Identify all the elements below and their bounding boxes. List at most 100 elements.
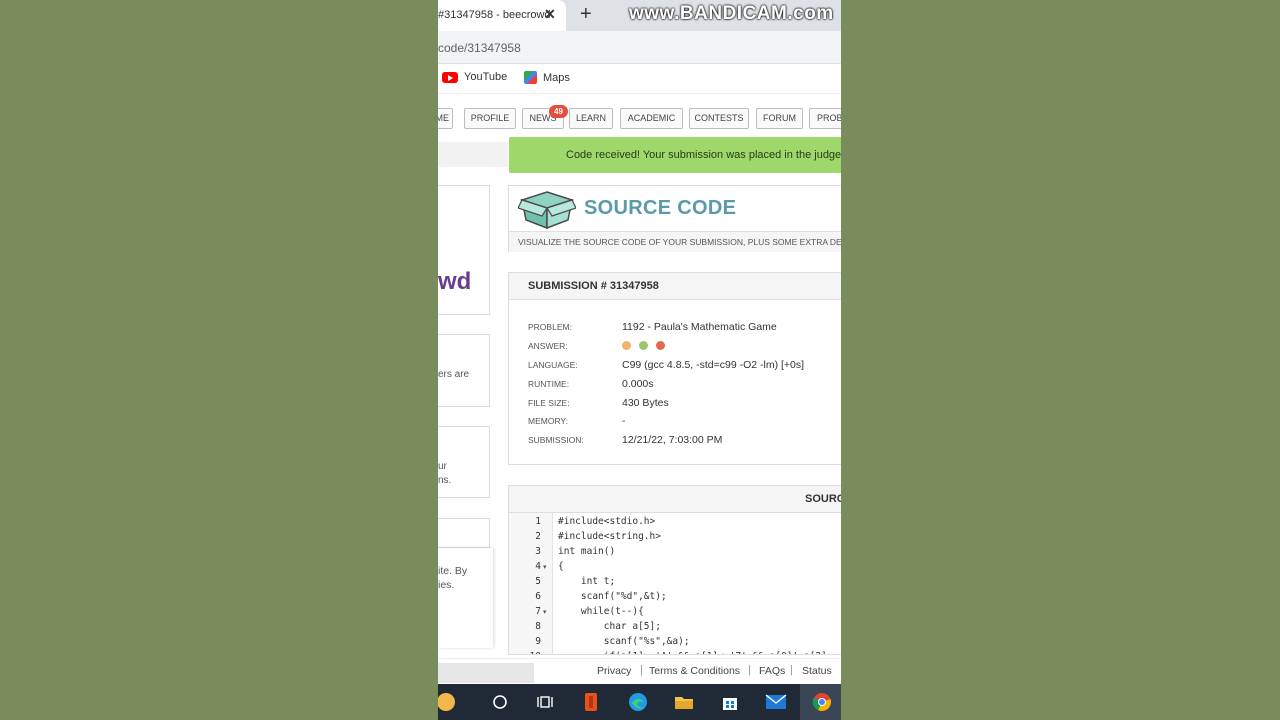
cortana-button[interactable] <box>477 684 523 720</box>
cookie-banner: ite. By ies. <box>438 548 493 648</box>
office-button[interactable] <box>568 684 614 720</box>
store-button[interactable] <box>707 684 753 720</box>
news-count-badge: 49 <box>549 105 568 118</box>
address-bar[interactable]: code/31347958 <box>438 31 841 64</box>
windows-taskbar <box>438 684 841 720</box>
nav-forum[interactable]: FORUM <box>756 108 803 129</box>
file-size-label: FILE SIZE: <box>528 398 570 408</box>
language-label: LANGUAGE: <box>528 360 578 370</box>
source-code-panel: SOURCE #include<stdio.h> #include<string.… <box>508 485 841 655</box>
footer-scrollbar[interactable] <box>438 663 534 683</box>
runtime-value: 0.000s <box>622 378 654 390</box>
fold-toggle-icon[interactable]: ▾ <box>543 608 547 616</box>
code-line: if(a[1]>='A' && a[1]<='Z' && a[0]!=a[2] <box>558 651 827 654</box>
line-number: 5 <box>535 576 541 587</box>
code-line: while(t--){ <box>558 606 644 617</box>
code-panel-title: SOURCE <box>805 493 841 505</box>
open-box-icon <box>518 191 576 230</box>
nav-academic[interactable]: ACADEMIC <box>620 108 683 129</box>
fold-toggle-icon[interactable]: ▾ <box>543 563 547 571</box>
problem-label: PROBLEM: <box>528 322 572 332</box>
left-card-text: ur ns. <box>438 461 452 486</box>
line-number: 8 <box>535 621 541 632</box>
new-tab-button[interactable]: + <box>580 3 592 26</box>
edge-button[interactable] <box>615 684 661 720</box>
nav-home[interactable]: HOME <box>438 108 453 129</box>
left-card-text: ers are <box>438 369 470 380</box>
submission-details: SUBMISSION # 31347958 PROBLEM: 1192 - Pa… <box>508 272 841 465</box>
file-explorer-icon <box>675 697 693 709</box>
task-view-icon <box>537 696 553 708</box>
tab-bar: #31347958 - beecrowd ✕ + www.BANDICAM.co… <box>438 0 841 31</box>
tab-title: #31347958 - beecrowd <box>438 9 551 21</box>
language-value: C99 (gcc 4.8.5, -std=c99 -O2 -lm) [+0s] <box>622 359 805 371</box>
file-explorer-button[interactable] <box>661 684 707 720</box>
task-view-button[interactable] <box>522 684 568 720</box>
office-icon <box>585 693 597 711</box>
source-code-header: SOURCE CODE VISUALIZE THE SOURCE CODE OF… <box>508 185 841 252</box>
code-line: { <box>558 561 564 572</box>
memory-label: MEMORY: <box>528 416 568 426</box>
bookmark-youtube[interactable]: YouTube <box>442 71 507 83</box>
nav-profile[interactable]: PROFILE <box>464 108 516 129</box>
browser-tab[interactable]: #31347958 - beecrowd ✕ <box>438 0 566 31</box>
site-nav: HOME PROFILE NEWS LEARN ACADEMIC CONTEST… <box>438 108 841 130</box>
line-number: 1 <box>535 516 541 527</box>
bookmark-maps[interactable]: Maps <box>524 71 570 84</box>
left-card-3 <box>438 518 490 548</box>
line-number: 3 <box>535 546 541 557</box>
code-panel-header: SOURCE <box>509 486 841 513</box>
submission-heading: SUBMISSION # 31347958 <box>509 273 841 300</box>
status-link[interactable]: Status <box>802 665 832 677</box>
bookmarks-bar: YouTube Maps <box>438 64 841 94</box>
mail-icon <box>765 694 787 709</box>
left-strip <box>438 142 508 167</box>
search-assistant-icon <box>438 693 455 711</box>
start-button[interactable] <box>438 684 466 720</box>
close-icon[interactable]: ✕ <box>544 6 556 23</box>
code-line: scanf("%d",&t); <box>558 591 667 602</box>
faqs-link[interactable]: FAQs <box>759 665 785 677</box>
code-line: int t; <box>558 576 616 587</box>
nav-learn[interactable]: LEARN <box>569 108 613 129</box>
submission-notice: Code received! Your submission was place… <box>509 137 841 173</box>
code-line: scanf("%s",&a); <box>558 636 690 647</box>
answer-dot <box>622 340 631 350</box>
code-line: #include<stdio.h> <box>558 516 656 527</box>
left-card-info: ers are <box>438 334 490 407</box>
answer-dot <box>655 340 665 350</box>
line-number: 2 <box>535 531 541 542</box>
left-card-logo: wd <box>438 185 490 315</box>
footer-separator: | <box>748 664 751 676</box>
line-number: 9 <box>535 636 541 647</box>
nav-problems[interactable]: PROBLEMS <box>809 108 841 129</box>
problem-value[interactable]: 1192 - Paula's Mathematic Game <box>622 321 777 333</box>
screen: #31347958 - beecrowd ✕ + www.BANDICAM.co… <box>438 0 841 720</box>
nav-contests[interactable]: CONTESTS <box>689 108 749 129</box>
chrome-icon <box>812 693 831 711</box>
page-footer: Privacy | Terms & Conditions | FAQs | St… <box>438 658 841 684</box>
submission-date-value: 12/21/22, 7:03:00 PM <box>622 434 723 446</box>
file-size-value: 430 Bytes <box>622 397 669 409</box>
terms-link[interactable]: Terms & Conditions <box>649 665 740 677</box>
privacy-link[interactable]: Privacy <box>597 665 631 677</box>
runtime-label: RUNTIME: <box>528 379 570 389</box>
left-card-info-2: ur ns. <box>438 426 490 498</box>
edge-icon <box>629 693 647 711</box>
mail-button[interactable] <box>753 684 799 720</box>
beecrowd-logo: wd <box>438 268 472 295</box>
maps-icon <box>524 71 537 84</box>
submission-label: SUBMISSION: <box>528 435 584 445</box>
fold-toggle-icon[interactable]: ▾ <box>543 653 547 654</box>
line-number: 4 <box>535 561 541 572</box>
answer-dot <box>638 340 648 350</box>
answer-label: ANSWER: <box>528 341 568 351</box>
chrome-button[interactable] <box>800 684 841 720</box>
cortana-icon <box>493 695 507 709</box>
memory-value: - <box>622 415 626 427</box>
line-number: 6 <box>535 591 541 602</box>
store-icon <box>723 698 737 710</box>
line-number: 10 <box>509 651 541 654</box>
line-number: 7 <box>535 606 541 617</box>
code-line: int main() <box>558 546 616 557</box>
